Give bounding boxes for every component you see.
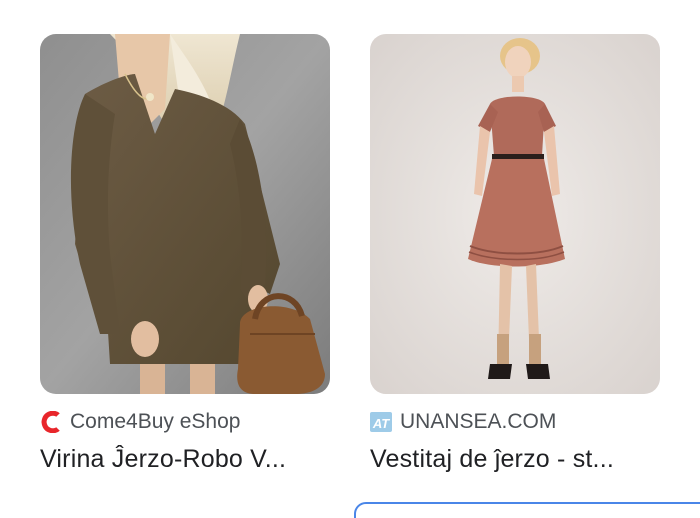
result-source[interactable]: AT UNANSEA.COM xyxy=(370,408,556,436)
result-title[interactable]: Virina Ĵerzo-Robo V... xyxy=(40,445,330,474)
result-thumbnail[interactable] xyxy=(370,34,660,394)
partial-search-box[interactable] xyxy=(354,502,700,518)
result-title[interactable]: Vestitaj de ĵerzo - st... xyxy=(370,445,660,474)
source-name: Come4Buy eShop xyxy=(70,410,241,433)
image-result-card[interactable]: Come4Buy eShop Virina Ĵerzo-Robo V... xyxy=(40,34,330,473)
source-name: UNANSEA.COM xyxy=(400,410,557,433)
result-source[interactable]: Come4Buy eShop xyxy=(40,408,240,436)
result-thumbnail[interactable] xyxy=(40,34,330,394)
come4buy-logo-icon xyxy=(40,411,62,433)
unansea-logo-icon: AT xyxy=(370,411,392,433)
image-result-card[interactable]: AT UNANSEA.COM Vestitaj de ĵerzo - st... xyxy=(370,34,660,473)
image-results-page: Come4Buy eShop Virina Ĵerzo-Robo V... AT… xyxy=(0,0,700,518)
svg-text:AT: AT xyxy=(372,416,390,431)
